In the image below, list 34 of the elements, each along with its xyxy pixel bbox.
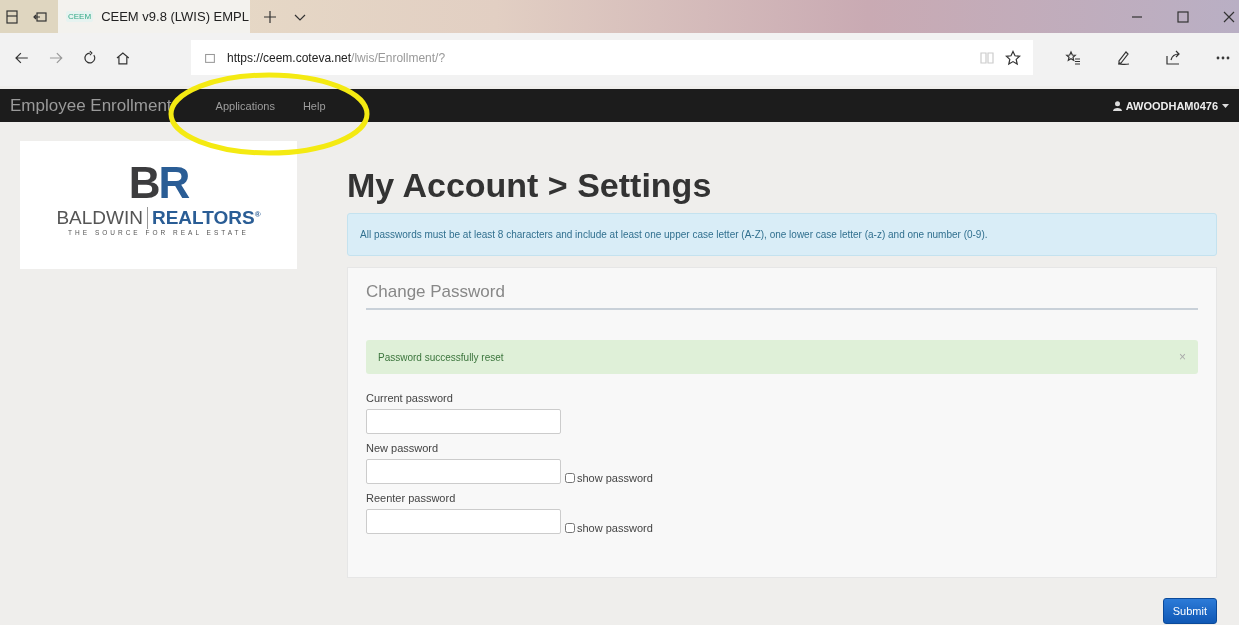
logo-mark: BR [128, 163, 189, 203]
section-heading: Change Password [366, 280, 1198, 310]
address-bar[interactable]: https://ceem.coteva.net/lwis/Enrollment/? [191, 40, 1033, 75]
refresh-icon[interactable] [81, 49, 98, 66]
star-icon[interactable] [1005, 49, 1021, 66]
checkbox[interactable] [565, 473, 575, 483]
user-menu[interactable]: AWOODHAM0476 [1098, 99, 1239, 112]
page-title: My Account > Settings [347, 167, 713, 203]
brand-link[interactable]: Employee Enrollment [0, 95, 202, 116]
field-label: Current password [366, 392, 454, 404]
submit-button[interactable]: Submit [1162, 598, 1217, 624]
info-alert: All passwords must be at least 8 characters and include at least one upper case letter (A-Z), one lower case letter (a-z) and one number (0-9). [347, 213, 1217, 256]
nav-link[interactable]: Applications [201, 99, 289, 112]
checkbox-label: show password [577, 522, 653, 534]
user-icon [1112, 100, 1122, 111]
logo-name: BALDWIN REALTORS$^{®}$ [56, 207, 261, 229]
alert-message: Password successfully reset [378, 351, 504, 363]
nav-link[interactable]: Help [288, 99, 340, 112]
browser-tab[interactable]: CEEM CEEM v9.8 (LWIS) EMPL [58, 0, 250, 33]
checkbox[interactable] [565, 523, 575, 533]
favicon: CEEM [66, 11, 94, 22]
password-field[interactable] [366, 459, 561, 484]
maximize-icon[interactable] [1175, 8, 1191, 25]
favorites-list-icon[interactable] [1065, 49, 1081, 66]
checkbox-label: show password [577, 472, 653, 484]
password-field[interactable] [366, 409, 561, 434]
password-field[interactable] [366, 509, 561, 534]
field-label: Reenter password [366, 492, 457, 504]
field-label: New password [366, 442, 440, 454]
caret-icon [1222, 103, 1229, 108]
pen-icon[interactable] [1115, 49, 1131, 66]
new-tab-icon[interactable] [262, 8, 278, 25]
tabs-aside-icon[interactable] [4, 8, 20, 25]
share-icon[interactable] [1165, 49, 1181, 66]
